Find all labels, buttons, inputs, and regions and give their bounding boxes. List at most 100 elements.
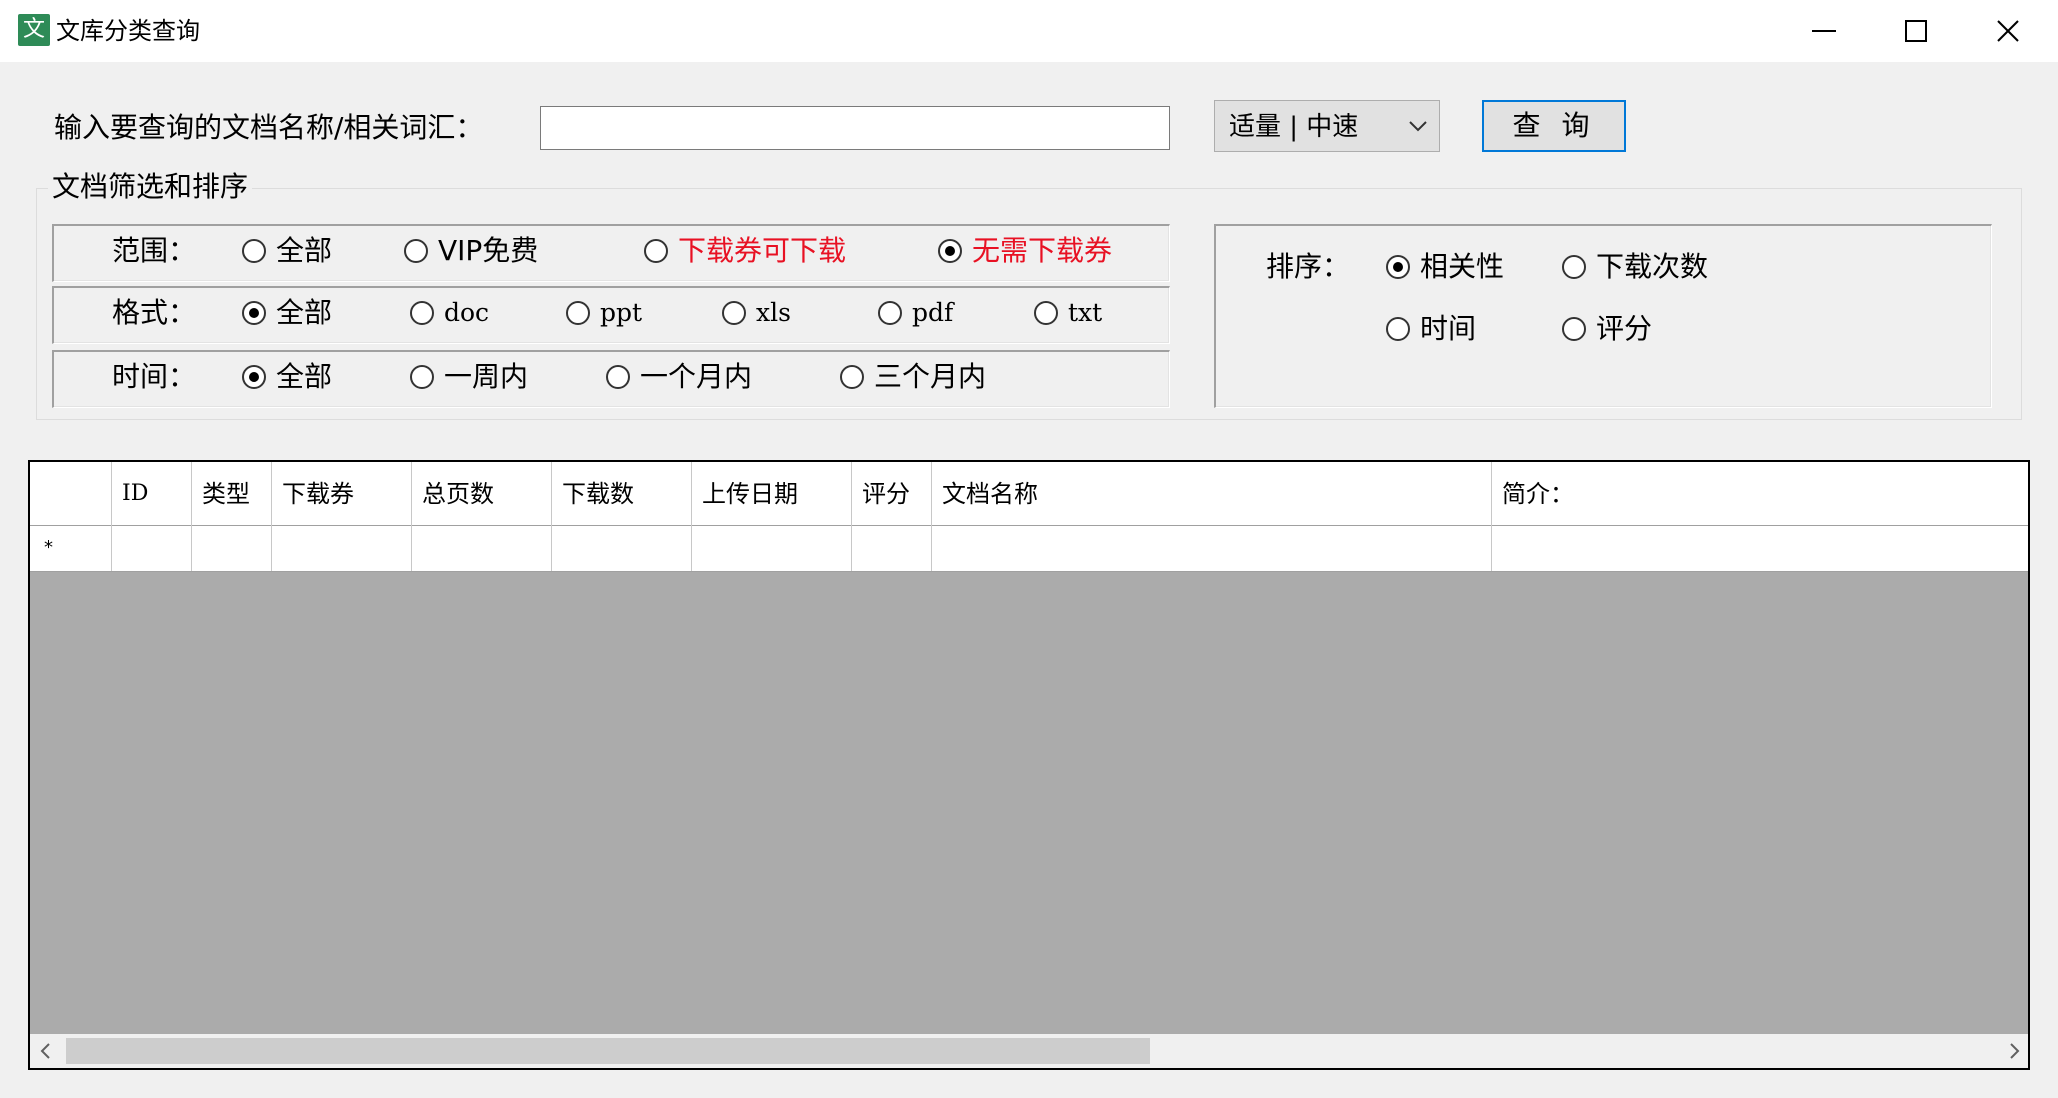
sort-option-downloads[interactable]: 下载次数	[1562, 248, 1708, 286]
time-option-three-months[interactable]: 三个月内	[840, 358, 986, 396]
radio-icon	[878, 301, 902, 325]
time-label: 时间：	[112, 360, 197, 393]
grid-cell[interactable]	[692, 526, 852, 571]
radio-label: VIP免费	[438, 234, 539, 267]
radio-label: 全部	[276, 360, 333, 393]
range-option-coupon[interactable]: 下载券可下载	[644, 232, 846, 270]
radio-label: pdf	[912, 298, 954, 327]
grid-cell[interactable]	[932, 526, 1492, 571]
range-option-all[interactable]: 全部	[242, 232, 332, 270]
sort-label: 排序：	[1266, 250, 1351, 283]
speed-select[interactable]: 适量 | 中速	[1214, 100, 1440, 152]
column-header-pages[interactable]: 总页数	[412, 462, 552, 526]
format-label: 格式：	[112, 296, 197, 329]
horizontal-scrollbar[interactable]	[30, 1034, 2028, 1068]
column-header-type[interactable]: 类型	[192, 462, 272, 526]
format-option-xls[interactable]: xls	[722, 294, 791, 332]
column-header-upload-date[interactable]: 上传日期	[692, 462, 852, 526]
sort-option-time[interactable]: 时间	[1386, 310, 1476, 348]
grid-cell[interactable]	[1492, 526, 2028, 571]
column-header-summary[interactable]: 简介：	[1492, 462, 2028, 526]
column-header-downloads[interactable]: 下载数	[552, 462, 692, 526]
radio-icon	[410, 301, 434, 325]
maximize-icon	[1905, 20, 1927, 42]
radio-label: xls	[756, 298, 791, 327]
radio-label: 一个月内	[640, 360, 753, 393]
window-title: 文库分类查询	[56, 17, 200, 45]
range-label: 范围：	[112, 234, 197, 267]
grid-cell[interactable]	[412, 526, 552, 571]
radio-label: 下载券可下载	[678, 234, 847, 267]
radio-icon	[606, 365, 630, 389]
column-header-doc-name[interactable]: 文档名称	[932, 462, 1492, 526]
time-option-week[interactable]: 一周内	[410, 358, 528, 396]
radio-checked-icon	[938, 239, 962, 263]
scroll-left-icon[interactable]	[36, 1041, 56, 1061]
sort-panel: 排序： 相关性 下载次数 时间 评分	[1214, 224, 1992, 408]
format-panel: 格式： 全部 doc ppt xls pdf txt	[52, 286, 1170, 344]
format-option-doc[interactable]: doc	[410, 294, 489, 332]
row-header[interactable]: *	[30, 526, 112, 571]
radio-icon	[840, 365, 864, 389]
radio-label: 一周内	[444, 360, 529, 393]
format-option-all[interactable]: 全部	[242, 294, 332, 332]
grid-cell[interactable]	[192, 526, 272, 571]
row-header-corner[interactable]	[30, 462, 112, 526]
radio-icon	[1562, 255, 1586, 279]
column-header-rating[interactable]: 评分	[852, 462, 932, 526]
grid-cell[interactable]	[112, 526, 192, 571]
new-row-marker: *	[44, 537, 53, 558]
maximize-button[interactable]	[1870, 0, 1962, 62]
range-option-vip-free[interactable]: VIP免费	[404, 232, 538, 270]
grid-new-row[interactable]: *	[30, 526, 2028, 572]
radio-icon	[1386, 317, 1410, 341]
radio-icon	[644, 239, 668, 263]
minimize-icon	[1812, 30, 1836, 32]
radio-icon	[1562, 317, 1586, 341]
time-panel: 时间： 全部 一周内 一个月内 三个月内	[52, 350, 1170, 408]
search-input[interactable]	[540, 106, 1170, 150]
close-button[interactable]	[1962, 0, 2054, 62]
chevron-down-icon	[1409, 121, 1427, 132]
grid-cell[interactable]	[272, 526, 412, 571]
radio-label: 无需下载券	[972, 234, 1113, 267]
radio-label: 下载次数	[1596, 250, 1709, 283]
query-button[interactable]: 查 询	[1482, 100, 1626, 152]
format-option-ppt[interactable]: ppt	[566, 294, 642, 332]
grid-cell[interactable]	[552, 526, 692, 571]
radio-label: ppt	[600, 298, 643, 327]
sort-option-rating[interactable]: 评分	[1562, 310, 1652, 348]
filter-sort-group-title: 文档筛选和排序	[48, 168, 253, 206]
column-header-coupon[interactable]: 下载券	[272, 462, 412, 526]
format-option-txt[interactable]: txt	[1034, 294, 1102, 332]
radio-label: txt	[1068, 298, 1103, 327]
scrollbar-thumb[interactable]	[66, 1038, 1150, 1064]
speed-select-value: 适量 | 中速	[1229, 112, 1359, 142]
radio-label: 评分	[1596, 312, 1653, 345]
results-grid[interactable]: ID 类型 下载券 总页数 下载数 上传日期 评分 文档名称 简介： *	[28, 460, 2030, 1070]
app-icon: 文	[18, 14, 50, 46]
title-bar	[0, 0, 2058, 62]
radio-icon	[722, 301, 746, 325]
close-icon	[1997, 20, 2019, 42]
radio-label: doc	[444, 298, 490, 327]
radio-label: 全部	[276, 234, 333, 267]
scroll-right-icon[interactable]	[2004, 1041, 2024, 1061]
sort-option-relevance[interactable]: 相关性	[1386, 248, 1504, 286]
column-header-id[interactable]: ID	[112, 462, 192, 526]
grid-header: ID 类型 下载券 总页数 下载数 上传日期 评分 文档名称 简介：	[30, 462, 2028, 526]
time-option-all[interactable]: 全部	[242, 358, 332, 396]
radio-icon	[1034, 301, 1058, 325]
radio-label: 时间	[1420, 312, 1477, 345]
radio-label: 相关性	[1420, 250, 1505, 283]
radio-icon	[404, 239, 428, 263]
format-option-pdf[interactable]: pdf	[878, 294, 953, 332]
time-option-month[interactable]: 一个月内	[606, 358, 752, 396]
range-option-no-coupon[interactable]: 无需下载券	[938, 232, 1112, 270]
minimize-button[interactable]	[1778, 0, 1870, 62]
radio-icon	[410, 365, 434, 389]
radio-checked-icon	[1386, 255, 1410, 279]
search-label: 输入要查询的文档名称/相关词汇：	[54, 111, 484, 144]
radio-icon	[242, 239, 266, 263]
grid-cell[interactable]	[852, 526, 932, 571]
